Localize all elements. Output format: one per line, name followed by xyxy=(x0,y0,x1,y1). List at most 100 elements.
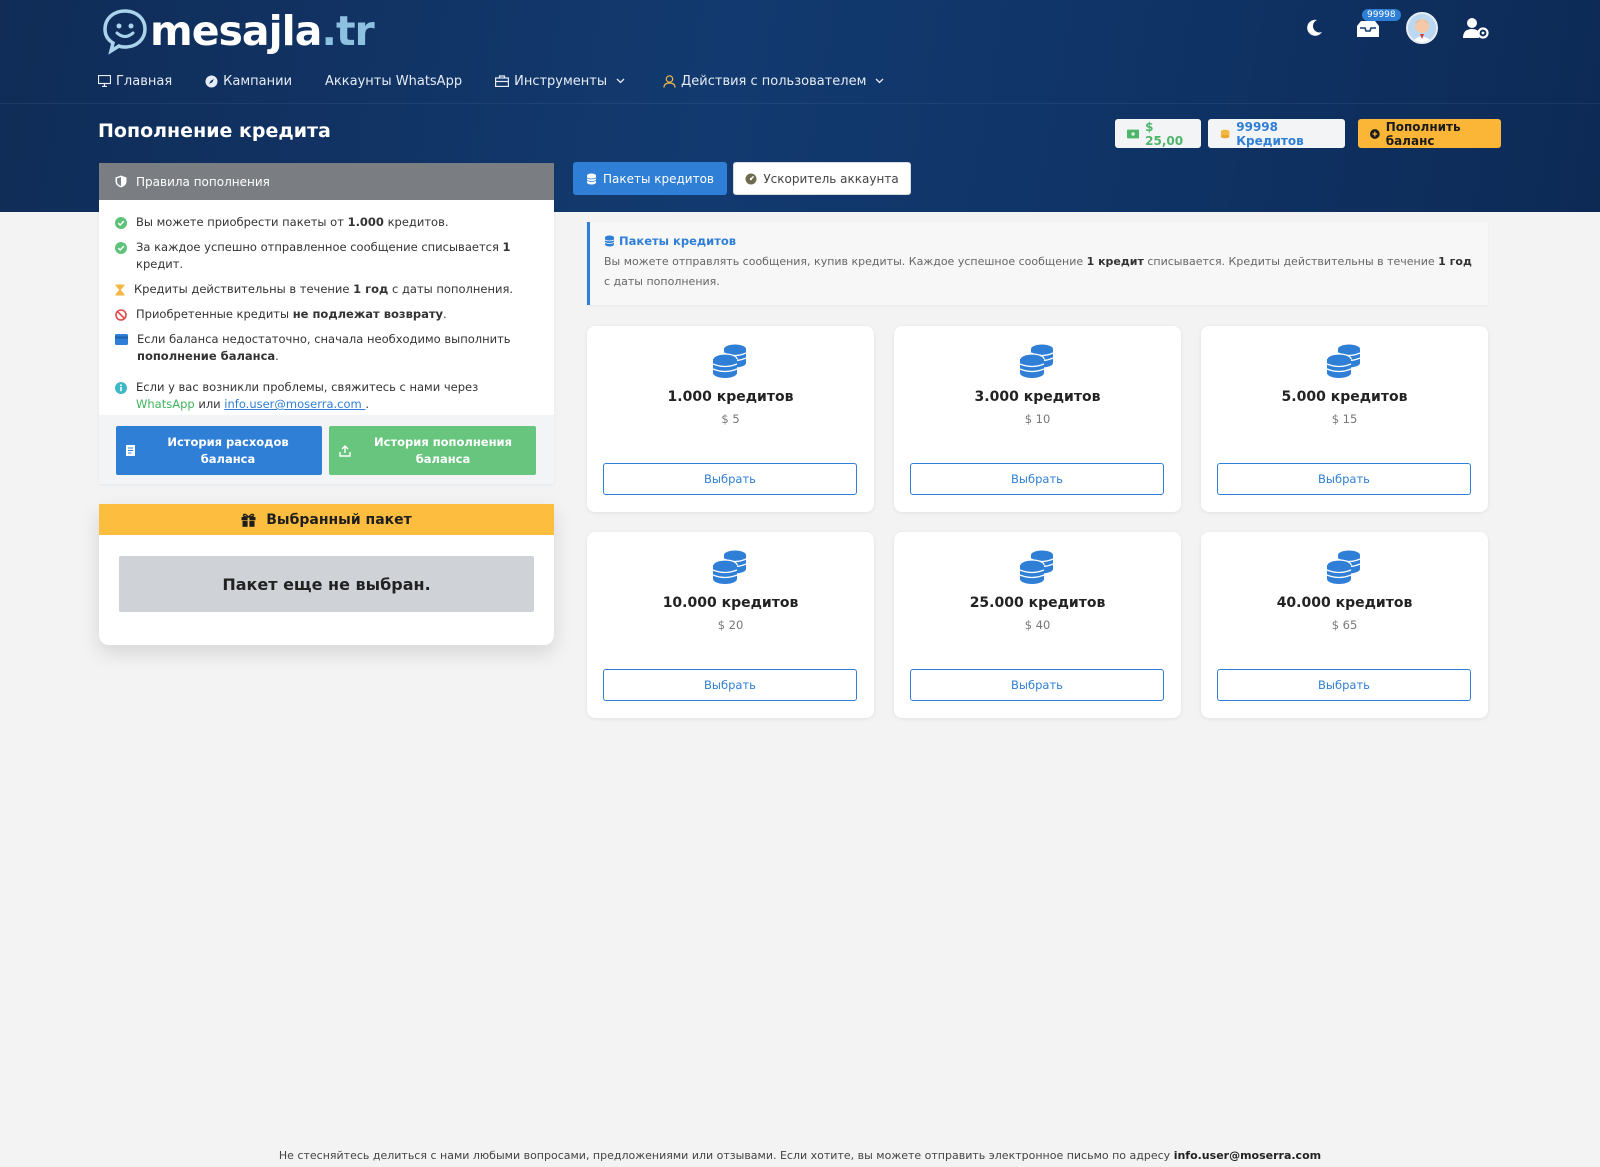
dark-mode-toggle[interactable] xyxy=(1298,12,1330,44)
footer-email-link[interactable]: info.user@moserra.com xyxy=(1174,1149,1321,1162)
compass-icon xyxy=(205,75,218,87)
main-nav: Главная Кампании Аккаунты WhatsApp Инстр… xyxy=(98,70,922,92)
rules-list: Вы можете приобрести пакеты от 1.000 кре… xyxy=(99,200,554,413)
nav-item-label: Кампании xyxy=(223,73,293,89)
package-title: 3.000 кредитов xyxy=(974,389,1101,405)
select-package-button[interactable]: Выбрать xyxy=(910,463,1164,495)
shield-icon xyxy=(115,175,127,188)
coins-stack-icon xyxy=(712,550,747,584)
nav-divider xyxy=(0,103,1600,104)
coins-stack-icon xyxy=(1019,550,1054,584)
whatsapp-link[interactable]: WhatsApp xyxy=(136,397,195,411)
package-price: $ 65 xyxy=(1331,618,1358,632)
selected-package-header: Выбранный пакет xyxy=(99,504,554,535)
upload-icon xyxy=(339,444,351,457)
user-icon xyxy=(663,74,676,88)
page-footer: Не стесняйтесь делиться с нами любыми во… xyxy=(278,1149,1322,1162)
selected-package-card: Выбранный пакет Пакет еще не выбран. xyxy=(99,504,554,645)
hourglass-icon xyxy=(115,284,125,296)
rule-item: Если баланса недостаточно, сначала необх… xyxy=(115,331,538,365)
info-text: Вы можете отправлять сообщения, купив кр… xyxy=(604,255,1472,288)
coins-icon xyxy=(604,235,615,247)
coins-icon xyxy=(586,173,597,184)
nav-item-label: Действия с пользователем xyxy=(681,73,867,89)
brand-logo[interactable]: mesajla.tr xyxy=(100,6,375,56)
select-package-button[interactable]: Выбрать xyxy=(603,463,857,495)
nav-item-tools[interactable]: Инструменты xyxy=(495,74,630,89)
select-package-button[interactable]: Выбрать xyxy=(1217,669,1471,701)
brand-name: mesajla.tr xyxy=(150,7,375,55)
moon-icon xyxy=(1307,19,1322,36)
select-package-button[interactable]: Выбрать xyxy=(1217,463,1471,495)
user-avatar[interactable] xyxy=(1406,12,1438,44)
coins-stack-icon xyxy=(1326,344,1361,378)
package-price: $ 20 xyxy=(717,618,744,632)
select-package-button[interactable]: Выбрать xyxy=(910,669,1164,701)
tab-account-booster[interactable]: Ускоритель аккаунта xyxy=(733,162,911,195)
email-link[interactable]: info.user@moserra.com xyxy=(224,397,365,411)
check-circle-icon xyxy=(115,242,127,254)
nav-item-home[interactable]: Главная xyxy=(98,74,172,89)
coins-icon xyxy=(1220,129,1230,138)
notifications-badge: 99998 xyxy=(1362,9,1401,21)
topup-balance-button[interactable]: Пополнить баланс xyxy=(1358,119,1501,148)
coins-stack-icon xyxy=(1019,344,1054,378)
notifications-button[interactable]: 99998 xyxy=(1352,9,1401,44)
page-title: Пополнение кредита xyxy=(98,120,331,142)
header-actions: 99998 xyxy=(1298,9,1492,44)
nav-item-whatsapp-accounts[interactable]: Аккаунты WhatsApp xyxy=(325,74,462,89)
avatar-icon xyxy=(1408,14,1436,42)
chat-bubble-logo-icon xyxy=(103,9,147,55)
coins-stack-icon xyxy=(1326,550,1361,584)
credits-balance-badge: 99998 Кредитов xyxy=(1208,119,1345,148)
package-card: 3.000 кредитов $ 10 Выбрать xyxy=(894,326,1181,512)
select-package-button[interactable]: Выбрать xyxy=(603,669,857,701)
rules-header: Правила пополнения xyxy=(99,163,554,200)
refill-history-button[interactable]: История пополнения баланса xyxy=(329,426,536,475)
package-price: $ 10 xyxy=(1024,412,1051,426)
package-title: 1.000 кредитов xyxy=(667,389,794,405)
package-price: $ 5 xyxy=(721,412,740,426)
chevron-down-icon xyxy=(875,78,884,84)
package-card: 5.000 кредитов $ 15 Выбрать xyxy=(1201,326,1488,512)
tab-credit-packages[interactable]: Пакеты кредитов xyxy=(573,162,727,195)
user-settings-button[interactable] xyxy=(1460,12,1492,44)
wallet-icon xyxy=(115,334,128,345)
info-title: Пакеты кредитов xyxy=(604,234,1474,248)
ban-icon xyxy=(115,309,127,321)
package-title: 10.000 кредитов xyxy=(662,595,799,611)
rule-item: Если у вас возникли проблемы, свяжитесь … xyxy=(115,379,538,413)
plus-circle-icon xyxy=(1370,128,1380,139)
money-balance-badge: $ 25,00 xyxy=(1115,119,1201,148)
nav-item-label: Главная xyxy=(116,73,173,89)
spending-history-button[interactable]: История расходов баланса xyxy=(116,426,322,475)
nav-item-label: Аккаунты WhatsApp xyxy=(325,73,463,89)
package-card: 25.000 кредитов $ 40 Выбрать xyxy=(894,532,1181,718)
package-price: $ 15 xyxy=(1331,412,1358,426)
receipt-icon xyxy=(126,445,135,456)
check-circle-icon xyxy=(115,217,127,229)
toolbox-icon xyxy=(495,75,510,87)
packages-info-box: Пакеты кредитов Вы можете отправлять соо… xyxy=(587,222,1488,305)
user-gear-icon xyxy=(1463,18,1489,39)
rule-item: За каждое успешно отправленное сообщение… xyxy=(115,239,538,273)
info-circle-icon xyxy=(115,382,127,394)
nav-item-campaigns[interactable]: Кампании xyxy=(205,74,292,89)
cash-icon xyxy=(1127,129,1140,138)
package-title: 40.000 кредитов xyxy=(1276,595,1413,611)
package-card: 40.000 кредитов $ 65 Выбрать xyxy=(1201,532,1488,718)
chevron-down-icon xyxy=(616,78,625,84)
nav-item-label: Инструменты xyxy=(514,73,608,89)
package-price: $ 40 xyxy=(1024,618,1051,632)
rule-item: Приобретенные кредиты не подлежат возвра… xyxy=(115,306,538,323)
rules-title: Правила пополнения xyxy=(136,174,270,189)
nav-item-user-actions[interactable]: Действия с пользователем xyxy=(663,74,889,89)
gift-icon xyxy=(241,513,256,527)
package-card: 10.000 кредитов $ 20 Выбрать xyxy=(587,532,874,718)
rule-item: Кредиты действительны в течение 1 год с … xyxy=(115,281,538,298)
package-card: 1.000 кредитов $ 5 Выбрать xyxy=(587,326,874,512)
gauge-icon xyxy=(745,173,757,184)
package-title: 25.000 кредитов xyxy=(969,595,1106,611)
package-title: 5.000 кредитов xyxy=(1281,389,1408,405)
rule-item: Вы можете приобрести пакеты от 1.000 кре… xyxy=(115,214,538,231)
